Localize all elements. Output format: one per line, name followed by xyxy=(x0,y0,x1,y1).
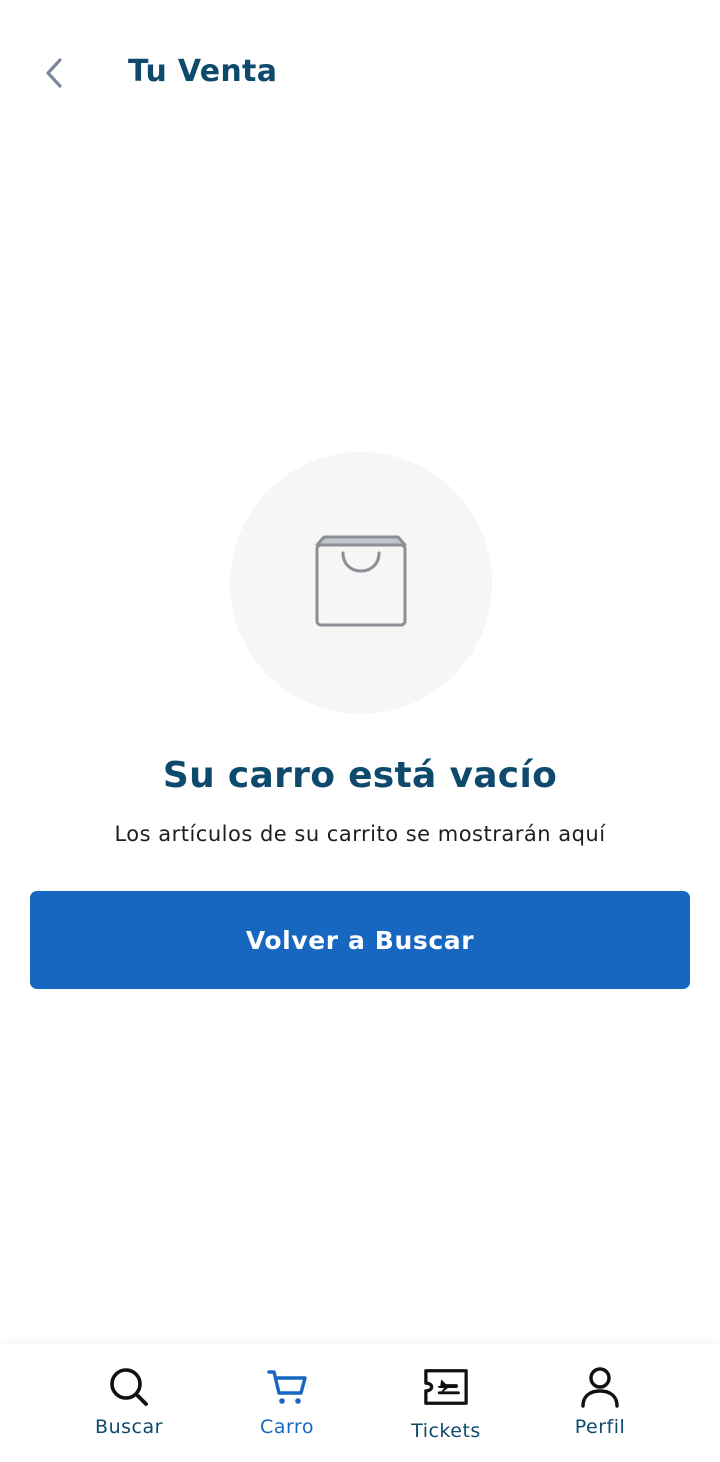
empty-state-title: Su carro está vacío xyxy=(162,755,558,796)
nav-item-carro[interactable]: Carro xyxy=(217,1344,357,1462)
nav-item-perfil[interactable]: Perfil xyxy=(530,1344,670,1462)
empty-state-subtitle: Los artículos de su carrito se mostrarán… xyxy=(114,822,606,846)
bottom-navigation: Buscar Carro Tickets Perfil xyxy=(0,1344,720,1462)
chevron-left-icon xyxy=(43,56,65,94)
nav-label: Carro xyxy=(260,1416,314,1438)
ticket-icon xyxy=(423,1364,469,1410)
nav-label: Buscar xyxy=(95,1416,163,1438)
nav-label: Perfil xyxy=(574,1416,626,1438)
user-icon xyxy=(577,1364,623,1410)
shopping-bag-icon xyxy=(312,533,410,633)
search-icon xyxy=(106,1364,152,1410)
nav-label: Tickets xyxy=(411,1420,481,1442)
app-header: Tu Venta xyxy=(0,0,720,150)
back-button[interactable] xyxy=(30,50,78,100)
back-to-search-button[interactable]: Volver a Buscar xyxy=(30,891,690,989)
empty-cart-illustration xyxy=(230,452,492,714)
cart-icon xyxy=(264,1364,310,1410)
page-title: Tu Venta xyxy=(128,54,278,89)
nav-item-tickets[interactable]: Tickets xyxy=(376,1344,516,1462)
nav-item-buscar[interactable]: Buscar xyxy=(59,1344,199,1462)
